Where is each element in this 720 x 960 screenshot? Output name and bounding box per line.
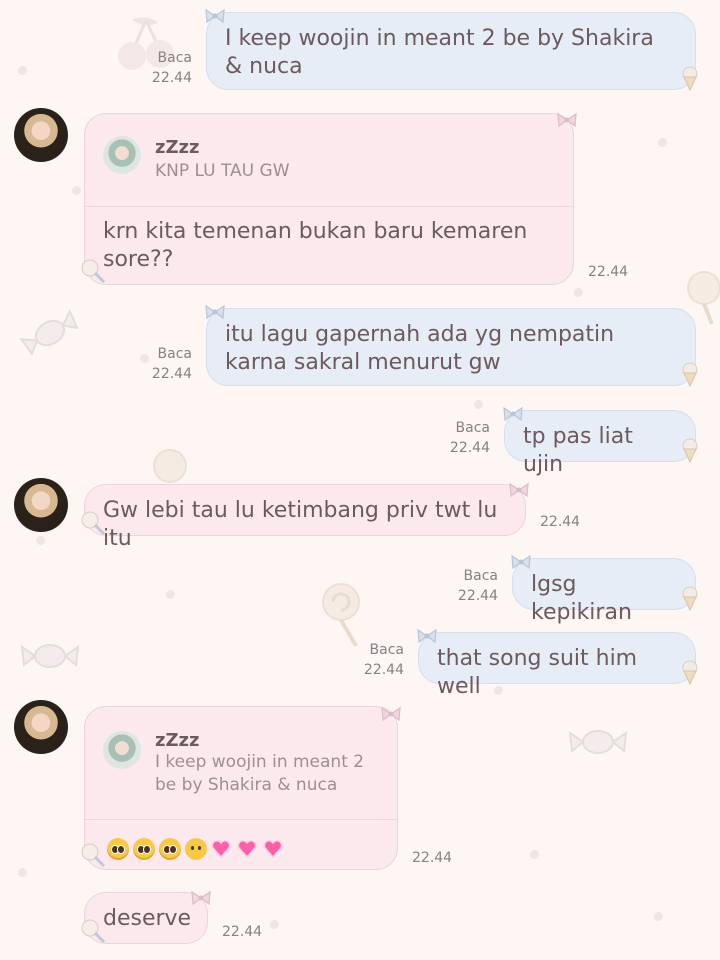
pleading-face-icon: [107, 838, 129, 860]
message-time: 22.44: [412, 850, 453, 866]
avatar[interactable]: [14, 478, 68, 532]
message-text: that song suit him well: [437, 646, 638, 699]
read-receipt: Baca 22.44: [363, 642, 404, 678]
message-bubble-outgoing[interactable]: tp pas liat ujin: [504, 410, 696, 477]
decor-dot: [530, 850, 539, 859]
candy-decoration-icon: [20, 308, 79, 356]
message-text: tp pas liat ujin: [523, 424, 633, 477]
lollipop-decoration-icon: [153, 449, 187, 483]
pink-heart-icon: [263, 840, 283, 859]
message-bubble-outgoing[interactable]: that song suit him well: [418, 632, 696, 699]
read-receipt: Baca 22.44: [449, 420, 490, 456]
message-time: 22.44: [540, 514, 581, 530]
bow-icon: [511, 554, 531, 570]
decor-dot: [474, 400, 483, 409]
message-bubble-incoming[interactable]: zZzz I keep woojin in meant 2 be by Shak…: [84, 706, 398, 870]
avatar[interactable]: [14, 108, 68, 162]
message-bubble-outgoing[interactable]: itu lagu gapernah ada yg nempatin karna …: [206, 308, 696, 386]
bow-icon: [417, 628, 437, 644]
message-bubble-incoming[interactable]: Gw lebi tau lu ketimbang priv twt lu itu: [84, 484, 526, 551]
bow-icon: [205, 304, 225, 320]
emoji-row: [107, 835, 289, 863]
reply-avatar: [103, 731, 141, 769]
bow-icon: [191, 890, 211, 906]
bow-icon: [503, 406, 523, 422]
message-bubble-incoming[interactable]: zZzz KNP LU TAU GW krn kita temenan buka…: [84, 113, 574, 285]
ice-cream-icon: [682, 660, 698, 686]
avatar[interactable]: [14, 700, 68, 754]
reply-divider: [85, 206, 573, 207]
message-bubble-outgoing[interactable]: I keep woojin in meant 2 be by Shakira &…: [206, 12, 696, 90]
decor-dot: [270, 920, 279, 929]
decor-dot: [36, 536, 45, 545]
pleading-face-icon: [159, 838, 181, 860]
bow-icon: [557, 112, 577, 128]
pleading-face-icon: [133, 838, 155, 860]
message-time: 22.44: [222, 924, 263, 940]
decor-dot: [654, 912, 663, 921]
message-bubble-outgoing[interactable]: lgsg kepikiran: [512, 558, 696, 625]
message-text: itu lagu gapernah ada yg nempatin karna …: [225, 322, 615, 375]
pink-heart-icon: [237, 840, 257, 859]
ice-cream-icon: [682, 362, 698, 388]
read-receipt: Baca 22.44: [457, 568, 498, 604]
reply-sender-name: zZzz: [155, 137, 200, 158]
message-time: 22.44: [588, 264, 629, 280]
decor-dot: [18, 66, 27, 75]
bow-icon: [205, 8, 225, 24]
ice-cream-icon: [682, 586, 698, 612]
message-text: deserve: [103, 906, 192, 931]
message-text: krn kita temenan bukan baru kemaren sore…: [103, 219, 528, 272]
reply-quoted-text: KNP LU TAU GW: [155, 161, 290, 181]
decor-dot: [72, 186, 81, 195]
message-text: I keep woojin in meant 2 be by Shakira &…: [225, 26, 654, 79]
read-receipt: Baca 22.44: [151, 50, 192, 86]
bow-icon: [381, 706, 401, 722]
message-text: Gw lebi tau lu ketimbang priv twt lu itu: [103, 498, 498, 551]
reply-quoted-text: I keep woojin in meant 2 be by Shakira &…: [155, 752, 365, 795]
message-text: lgsg kepikiran: [531, 572, 632, 625]
reply-divider: [85, 819, 397, 820]
ice-cream-icon: [682, 438, 698, 464]
lollipop-icon: [81, 919, 106, 944]
candy-decoration-icon: [568, 730, 628, 754]
ice-cream-icon: [682, 66, 698, 92]
decor-dot: [18, 868, 27, 877]
bow-icon: [509, 482, 529, 498]
lollipop-icon: [81, 511, 106, 536]
read-receipt: Baca 22.44: [151, 346, 192, 382]
lollipop-icon: [81, 843, 106, 868]
candy-decoration-icon: [20, 644, 80, 668]
decor-dot: [166, 590, 175, 599]
lollipop-icon: [81, 259, 106, 284]
decor-dot: [574, 288, 583, 297]
decor-dot: [658, 138, 667, 147]
reply-avatar: [103, 136, 141, 174]
frowning-face-icon: [185, 838, 207, 860]
pink-heart-icon: [211, 840, 231, 859]
